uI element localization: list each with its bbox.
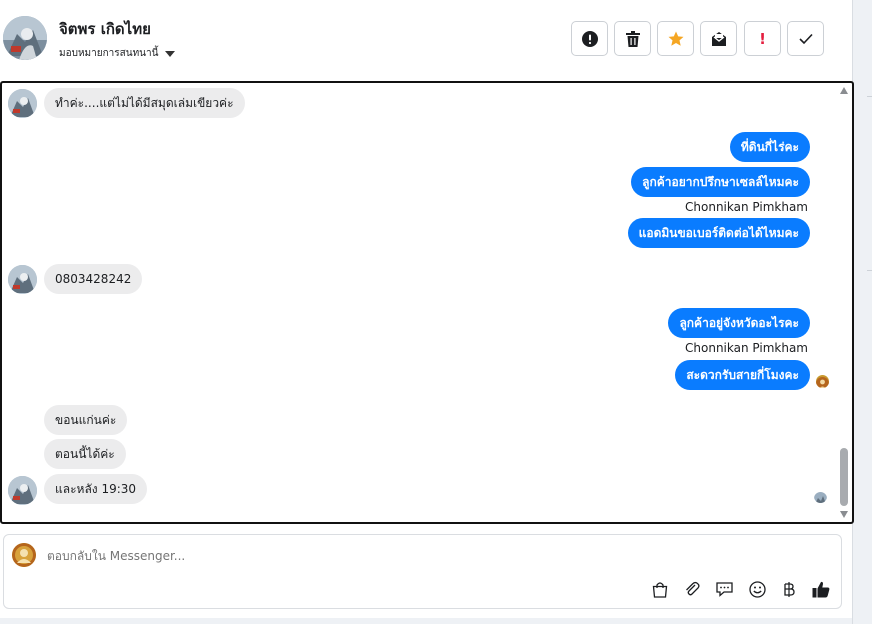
incoming-message: ขอนแก่นค่ะ: [44, 405, 128, 435]
incoming-message: ทำค่ะ....แต่ไม่ได้มีสมุดเล่มเขียวค่ะ: [44, 88, 245, 118]
reply-composer: [3, 534, 842, 609]
star-icon: [668, 31, 683, 46]
bottom-edge: [0, 618, 852, 624]
read-receipt-avatar: [814, 490, 827, 503]
sender-name: Chonnikan Pimkham: [685, 200, 808, 214]
contact-name: จิตพร เกิดไทย: [59, 20, 151, 38]
outgoing-message: ลูกค้าอยู่จังหวัดอะไรคะ: [668, 308, 810, 338]
page-avatar: [12, 543, 36, 567]
caret-down-icon: [165, 50, 176, 57]
outgoing-message: ลูกค้าอยากปรึกษาเซลล์ไหมคะ: [631, 167, 810, 197]
scroll-down-arrow-icon[interactable]: [840, 511, 848, 518]
like-icon[interactable]: [811, 579, 831, 599]
important-icon: !: [759, 29, 766, 48]
mark-unread-button[interactable]: [700, 21, 737, 56]
saved-reply-icon[interactable]: [714, 579, 734, 599]
attachment-icon[interactable]: [682, 579, 702, 599]
alert-circle-icon: [581, 30, 598, 47]
trash-icon: [625, 30, 640, 47]
outgoing-message: สะดวกรับสายกี่โมงคะ: [675, 360, 810, 390]
emoji-icon[interactable]: [747, 579, 767, 599]
assign-conversation-dropdown[interactable]: มอบหมายการสนทนานี้: [59, 46, 176, 61]
sender-name: Chonnikan Pimkham: [685, 341, 808, 355]
message-thread[interactable]: ทำค่ะ....แต่ไม่ได้มีสมุดเล่มเขียวค่ะ ที่…: [0, 81, 854, 524]
side-panel-edge: [852, 0, 872, 624]
check-icon: [798, 33, 813, 44]
reply-input[interactable]: [47, 549, 647, 563]
incoming-message: และหลัง 19:30: [44, 474, 148, 504]
shopping-bag-icon[interactable]: [650, 579, 670, 599]
contact-avatar-small: [8, 265, 37, 294]
contact-avatar[interactable]: [3, 16, 47, 60]
thread-scrollbar[interactable]: [839, 83, 851, 522]
baht-icon[interactable]: [779, 579, 799, 599]
mark-unread-icon: [711, 31, 726, 46]
conversation-header: จิตพร เกิดไทย มอบหมายการสนทนานี้ !: [0, 0, 852, 80]
scroll-up-arrow-icon[interactable]: [840, 87, 848, 94]
report-spam-button[interactable]: [571, 21, 608, 56]
incoming-message: 0803428242: [44, 264, 143, 294]
contact-avatar-small: [8, 89, 37, 118]
seen-avatar-icon: [816, 375, 829, 388]
star-button[interactable]: [657, 21, 694, 56]
delete-button[interactable]: [614, 21, 651, 56]
assign-label: มอบหมายการสนทนานี้: [59, 48, 159, 59]
mark-done-button[interactable]: [787, 21, 824, 56]
outgoing-message: ที่ดินกี่ไร่คะ: [729, 132, 810, 162]
outgoing-message: แอดมินขอเบอร์ติดต่อได้ไหมคะ: [627, 218, 810, 248]
mark-important-button[interactable]: !: [744, 21, 781, 56]
scrollbar-thumb[interactable]: [840, 448, 848, 506]
contact-avatar-small: [8, 476, 37, 505]
incoming-message: ตอนนี้ได้ค่ะ: [44, 439, 126, 469]
